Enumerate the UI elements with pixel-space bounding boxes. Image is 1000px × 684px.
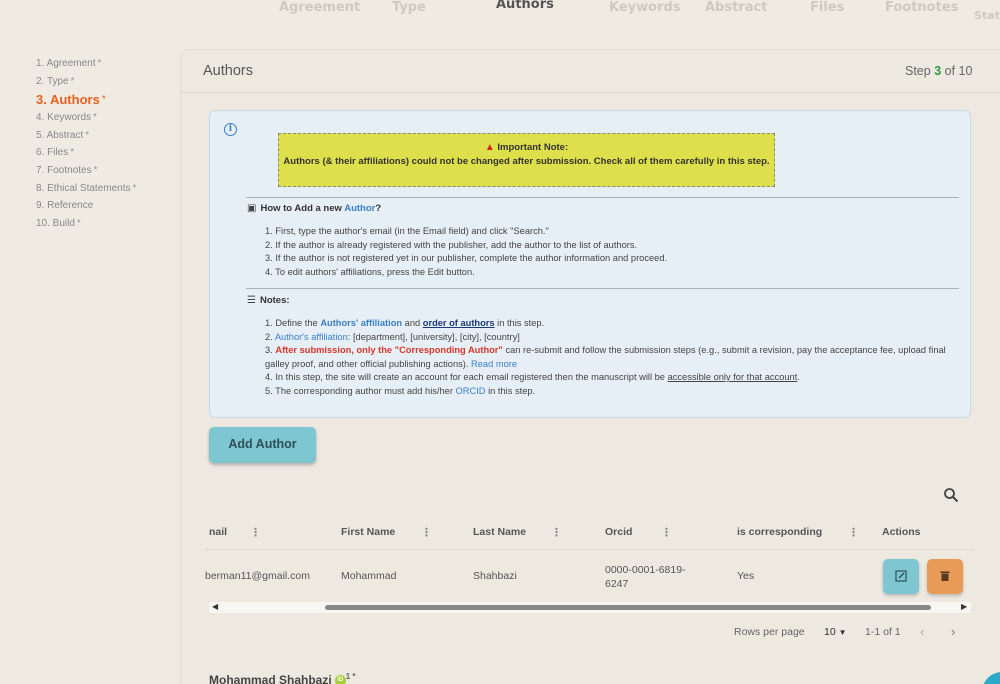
next-page-icon[interactable]: › — [951, 624, 955, 639]
add-author-button[interactable]: Add Author — [209, 427, 316, 463]
delete-author-button[interactable] — [927, 559, 963, 594]
list-item: 2. Author's affiliation: [department], [… — [265, 331, 520, 342]
column-header-orcid[interactable]: Orcid — [605, 526, 632, 538]
sidebar-steps: 1. Agreement * 2. Type * 3. Authors * 4. Ke… — [36, 55, 176, 232]
column-header-email[interactable]: nail — [209, 526, 227, 538]
page-title: Authors — [203, 63, 253, 79]
rows-per-page-label: Rows per page — [734, 626, 805, 638]
info-icon: i — [224, 123, 237, 136]
table-horizontal-scrollbar[interactable]: ◀ ▶ — [209, 602, 971, 613]
sidebar-item-keywords[interactable]: 4. Keywords * — [36, 109, 176, 127]
sidebar-item-type[interactable]: 2. Type * — [36, 73, 176, 91]
sidebar-item-abstract[interactable]: 5. Abstract * — [36, 127, 176, 145]
list-icon: ☰ — [247, 295, 256, 306]
column-menu-icon[interactable]: ⋮ — [551, 526, 562, 539]
table-header: nail ⋮ First Name ⋮ Last Name ⋮ Orcid ⋮ … — [205, 522, 975, 544]
divider — [205, 549, 975, 550]
pagination-range: 1-1 of 1 — [865, 626, 901, 638]
info-panel: i ▲ Important Note: Authors (& their aff… — [209, 110, 971, 418]
card-header: Authors Step 3 of 10 — [181, 50, 1000, 93]
orcid-icon[interactable]: iD — [334, 675, 346, 684]
top-step-authors[interactable]: Authors — [496, 0, 554, 12]
important-note-title: Important Note: — [497, 142, 569, 153]
column-header-first-name[interactable]: First Name — [341, 526, 395, 538]
list-item: 4. In this step, the site will create an… — [265, 372, 800, 382]
sidebar-item-reference[interactable]: 9. Reference — [36, 197, 176, 215]
read-more-link[interactable]: Read more — [471, 359, 517, 369]
list-item: 1. First, type the author's email (in th… — [265, 226, 549, 236]
scrollbar-thumb[interactable] — [325, 605, 931, 610]
column-menu-icon[interactable]: ⋮ — [421, 526, 432, 539]
list-item: 1. Define the Authors' affiliation and o… — [265, 318, 545, 328]
caret-down-icon: ▼ — [838, 628, 847, 637]
scroll-left-arrow-icon[interactable]: ◀ — [212, 602, 218, 611]
top-step-keywords[interactable]: Keywords — [609, 0, 681, 15]
column-header-is-corresponding[interactable]: is corresponding — [737, 526, 822, 538]
sidebar-item-authors[interactable]: 3. Authors * — [36, 90, 176, 109]
divider — [246, 288, 959, 289]
top-step-status[interactable]: Stat — [974, 10, 1000, 22]
cell-first-name: Mohammad — [341, 570, 397, 582]
howto-title: ▣ How to Add a new Author? — [247, 203, 382, 214]
cell-last-name: Shahbazi — [473, 570, 517, 582]
order-of-authors-link[interactable]: order of authors — [423, 318, 495, 328]
rows-per-page-select[interactable]: 10 ▼ — [824, 626, 847, 638]
edit-icon — [895, 570, 907, 582]
trash-icon — [940, 571, 950, 581]
sidebar-item-footnotes[interactable]: 7. Footnotes * — [36, 162, 176, 180]
column-menu-icon[interactable]: ⋮ — [848, 526, 859, 539]
column-menu-icon[interactable]: ⋮ — [250, 526, 261, 539]
author-card-heading: Mohammad Shahbazi iD 1 * — [209, 672, 355, 684]
list-item: 3. After submission, only the "Correspon… — [265, 345, 946, 369]
important-note-body: Authors (& their affiliations) could not… — [283, 156, 770, 167]
scroll-right-arrow-icon[interactable]: ▶ — [961, 602, 967, 611]
sidebar-item-build[interactable]: 10. Build * — [36, 215, 176, 233]
column-menu-icon[interactable]: ⋮ — [661, 526, 672, 539]
top-step-abstract[interactable]: Abstract — [705, 0, 767, 15]
list-item: 4. To edit authors' affiliations, press … — [265, 266, 475, 277]
top-step-agreement[interactable]: Agreement — [279, 0, 360, 15]
top-stepper: Agreement Type Authors Keywords Abstract… — [0, 0, 1000, 22]
orcid-link[interactable]: ORCID — [456, 386, 486, 396]
notes-list: 1. Define the Authors' affiliation and o… — [265, 317, 965, 398]
previous-page-icon[interactable]: ‹ — [920, 624, 924, 639]
warning-icon: ▲ — [484, 142, 495, 153]
divider — [246, 197, 959, 198]
step-indicator: Step 3 of 10 — [905, 64, 973, 78]
list-item: 3. If the author is not registered yet i… — [265, 253, 668, 263]
sidebar-item-ethical-statements[interactable]: 8. Ethical Statements * — [36, 180, 176, 198]
notes-title: ☰ Notes: — [247, 295, 290, 306]
top-step-files[interactable]: Files — [810, 0, 844, 15]
search-icon[interactable] — [943, 487, 959, 503]
list-item: 2. If the author is already registered w… — [265, 239, 638, 250]
howto-list: 1. First, type the author's email (in th… — [265, 225, 965, 279]
top-step-type[interactable]: Type — [392, 0, 426, 15]
list-item: 5. The corresponding author must add his… — [265, 385, 536, 396]
sidebar-item-files[interactable]: 6. Files * — [36, 144, 176, 162]
author-link[interactable]: Author — [344, 203, 375, 214]
cell-email: berman11@gmail.com — [205, 570, 311, 582]
cell-is-corresponding: Yes — [737, 570, 755, 582]
edit-author-button[interactable] — [883, 559, 919, 594]
book-icon: ▣ — [247, 203, 257, 214]
cell-orcid: 0000-0001-6819- 6247 — [605, 564, 686, 590]
column-header-last-name[interactable]: Last Name — [473, 526, 526, 538]
sidebar-item-agreement[interactable]: 1. Agreement * — [36, 55, 176, 73]
column-header-actions: Actions — [882, 526, 921, 538]
top-step-footnotes[interactable]: Footnotes — [885, 0, 958, 15]
important-note: ▲ Important Note: Authors (& their affil… — [278, 133, 775, 187]
